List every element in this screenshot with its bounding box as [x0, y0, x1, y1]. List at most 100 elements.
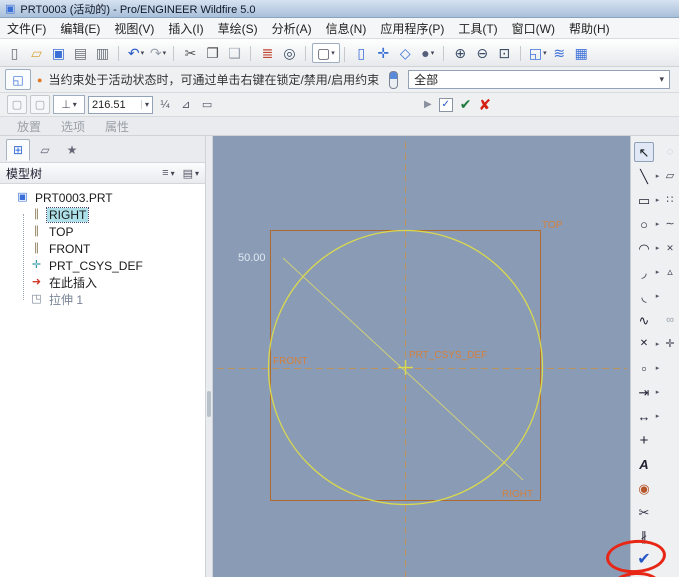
view-manager-button[interactable]: ▦: [571, 42, 593, 64]
line-tool[interactable]: ╲: [634, 166, 654, 186]
sketch-panel-button[interactable]: ◱: [5, 69, 31, 90]
menu-item[interactable]: 视图(V): [107, 18, 161, 39]
spin-center-button[interactable]: ✛: [373, 42, 395, 64]
flyout-arrow-icon[interactable]: ▸: [654, 340, 661, 348]
paste-button[interactable]: ❑: [224, 42, 246, 64]
point-tool[interactable]: ✕: [634, 334, 654, 354]
find-button[interactable]: ◎: [279, 42, 301, 64]
zoom-out-button[interactable]: ⊖: [472, 42, 494, 64]
coordinate-system-tool[interactable]: ✛: [661, 335, 679, 353]
circle-tool[interactable]: ○: [634, 214, 654, 234]
fillet-tool[interactable]: ◞: [634, 262, 654, 282]
menu-item[interactable]: 工具(T): [451, 18, 504, 39]
tree-item-csys[interactable]: ✛ PRT_CSYS_DEF: [0, 257, 205, 274]
flyout-arrow-icon[interactable]: ▸: [654, 220, 661, 228]
weak-dim-toggle[interactable]: ▢: [7, 95, 27, 114]
cancel-button[interactable]: ✘: [478, 96, 491, 114]
flyout-arrow-icon[interactable]: ▸: [654, 196, 661, 204]
regenerate-button[interactable]: ≣: [257, 42, 279, 64]
menu-item[interactable]: 文件(F): [0, 18, 53, 39]
graphics-area[interactable]: TOP FRONT RIGHT PRT_CSYS_DEF 50.00: [213, 136, 630, 577]
title-bar[interactable]: ▣ PRT0003 (活动的) - Pro/ENGINEER Wildfire …: [0, 0, 679, 18]
tree-item-part[interactable]: ▣ PRT0003.PRT: [0, 189, 205, 206]
verify-checkbox[interactable]: ✓: [439, 98, 453, 112]
navigator-splitter[interactable]: [205, 136, 213, 577]
selection-filter-combo[interactable]: ▢▾: [312, 43, 340, 63]
menu-item[interactable]: 插入(I): [161, 18, 210, 39]
resume-button[interactable]: ▶: [424, 99, 432, 110]
tree-item-top[interactable]: ∥ TOP: [0, 223, 205, 240]
zoom-in-button[interactable]: ⊕: [450, 42, 472, 64]
menu-item[interactable]: 分析(A): [265, 18, 319, 39]
ratio-button[interactable]: ¼: [156, 96, 174, 114]
chamfer-tool[interactable]: ◟: [634, 286, 654, 306]
tree-item-right[interactable]: ∥ RIGHT: [0, 206, 205, 223]
tree-settings-button[interactable]: ≡ ▾: [162, 167, 174, 180]
link-tool[interactable]: ∞: [661, 311, 679, 329]
rectangle-tool[interactable]: ▭: [634, 190, 654, 210]
menu-item[interactable]: 窗口(W): [505, 18, 562, 39]
tree-item-front[interactable]: ∥ FRONT: [0, 240, 205, 257]
use-edge-tool[interactable]: ⇥: [634, 382, 654, 402]
orient-mode-button[interactable]: ◇: [395, 42, 417, 64]
csys-marker[interactable]: [398, 360, 413, 375]
undo-button[interactable]: ↶▾: [125, 42, 147, 64]
offset-edge-tool[interactable]: ▫: [634, 358, 654, 378]
flyout-arrow-icon[interactable]: ▸: [654, 244, 661, 252]
print-preview-button[interactable]: ▥: [92, 42, 114, 64]
text-tool[interactable]: A: [634, 454, 654, 474]
ellipse-tool[interactable]: ∼: [661, 215, 679, 233]
tab-folder-browser[interactable]: ▱: [33, 139, 57, 161]
dashboard-tab[interactable]: 放置: [8, 118, 50, 135]
flyout-arrow-icon[interactable]: ▸: [654, 292, 661, 300]
construction-points-tool[interactable]: ∷: [661, 191, 679, 209]
centerline-tool[interactable]: ▱: [661, 167, 679, 185]
chamfer-corner-tool[interactable]: ▵: [661, 263, 679, 281]
spline-tool[interactable]: ∿: [634, 310, 654, 330]
copy-button[interactable]: ❐: [202, 42, 224, 64]
flyout-arrow-icon[interactable]: ▸: [654, 388, 661, 396]
menu-item[interactable]: 应用程序(P): [373, 18, 451, 39]
done-button[interactable]: ✔: [634, 550, 654, 570]
flyout-arrow-icon[interactable]: ▸: [654, 412, 661, 420]
tree-display-button[interactable]: ▤ ▾: [183, 167, 199, 180]
tab-favorites[interactable]: ★: [60, 139, 84, 161]
region-button[interactable]: ▭: [198, 96, 216, 114]
redo-button[interactable]: ↷▾: [147, 42, 169, 64]
select-tool[interactable]: ↖: [634, 142, 654, 162]
repaint-button[interactable]: ▯: [351, 42, 373, 64]
angle-button[interactable]: ⊿: [177, 96, 195, 114]
arc-tool[interactable]: ◠: [634, 238, 654, 258]
flyout-arrow-icon[interactable]: ▸: [654, 268, 661, 276]
chevron-down-icon[interactable]: ▾: [141, 100, 152, 109]
flyout-arrow-icon[interactable]: ▸: [654, 172, 661, 180]
round-dim-toggle[interactable]: ▢: [30, 95, 50, 114]
selection-scope-combo[interactable]: 全部 ▾: [408, 70, 670, 89]
menu-item[interactable]: 编辑(E): [53, 18, 107, 39]
new-file-button[interactable]: ▯: [4, 42, 26, 64]
trim-tool[interactable]: ✂: [634, 502, 654, 522]
point-marker-tool[interactable]: ✕: [661, 239, 679, 257]
saved-views-button[interactable]: ◱▾: [527, 42, 549, 64]
palette-tool[interactable]: ◉: [634, 478, 654, 498]
dashboard-tab[interactable]: 选项: [52, 118, 94, 135]
orientation-combo[interactable]: ⊥ ▾: [53, 95, 85, 114]
dashboard-tab[interactable]: 属性: [96, 118, 138, 135]
tree-item-insert-here[interactable]: ➜ 在此插入: [0, 274, 205, 291]
dimension-text[interactable]: 50.00: [238, 252, 266, 264]
shaded-view-button[interactable]: ●▾: [417, 42, 439, 64]
refit-button[interactable]: ⊡: [494, 42, 516, 64]
dimension-tool[interactable]: ↔: [634, 406, 654, 426]
tree-item-extrude[interactable]: ◳ 拉伸 1: [0, 291, 205, 308]
cut-button[interactable]: ✂: [180, 42, 202, 64]
divide-tool[interactable]: ∦: [634, 526, 654, 546]
layers-button[interactable]: ≋: [549, 42, 571, 64]
menu-item[interactable]: 草绘(S): [211, 18, 265, 39]
menu-item[interactable]: 帮助(H): [562, 18, 617, 39]
select-alt-tool[interactable]: ◌: [661, 143, 679, 161]
save-button[interactable]: ▣: [48, 42, 70, 64]
dimension-value-input[interactable]: [89, 99, 141, 111]
tab-model-tree[interactable]: ⊞: [6, 139, 30, 161]
modify-tool[interactable]: +: [634, 430, 654, 450]
sketch-canvas[interactable]: TOP FRONT RIGHT PRT_CSYS_DEF 50.00: [213, 136, 630, 577]
